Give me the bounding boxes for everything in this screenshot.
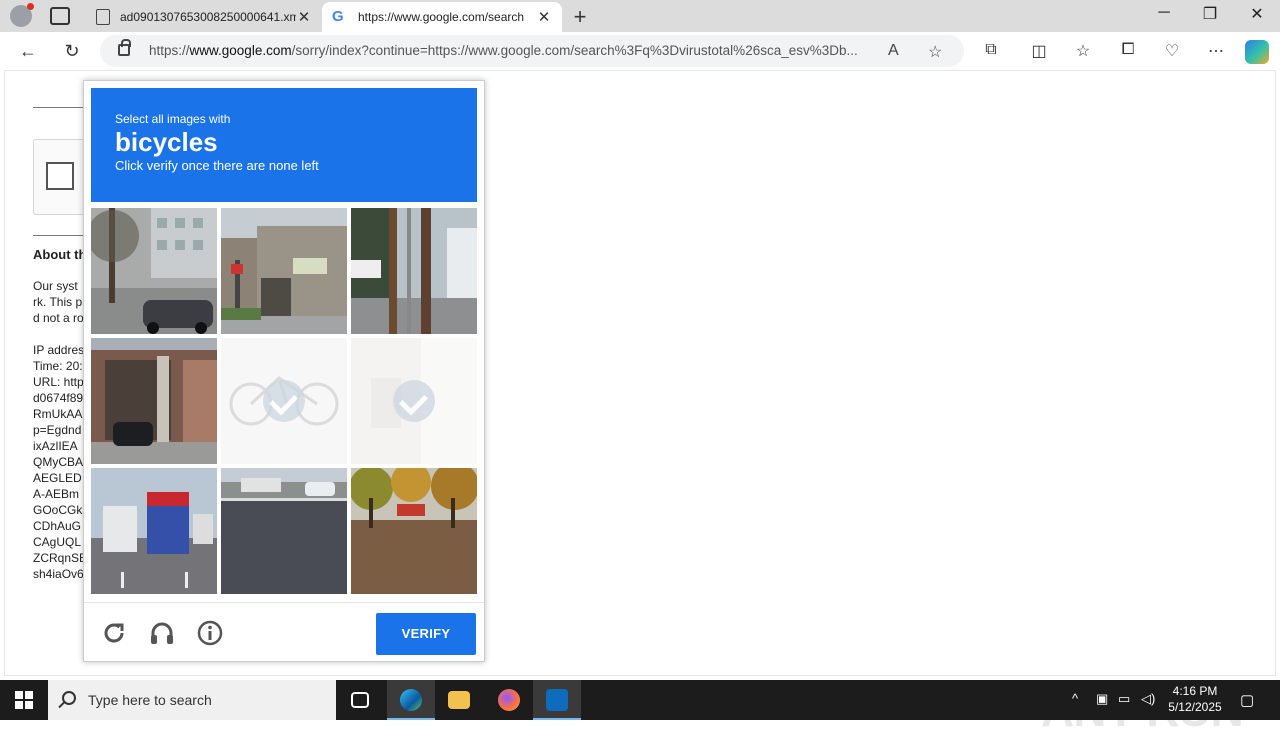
search-placeholder: Type here to search xyxy=(88,692,212,708)
captcha-dialog: Select all images with bicycles Click ve… xyxy=(83,80,485,662)
favorite-star-icon[interactable]: ☆ xyxy=(928,42,942,62)
tile-autumn-park[interactable] xyxy=(351,468,477,594)
tab-title: https://www.google.com/search xyxy=(358,10,525,24)
search-icon xyxy=(62,691,76,705)
new-tab-button[interactable]: + xyxy=(568,4,592,30)
url-prefix: https:// xyxy=(149,43,190,58)
navigation-bar: ← ↻ https://www.google.com/sorry/index?c… xyxy=(0,32,1280,70)
about-heading: About th xyxy=(33,247,87,262)
taskbar-search[interactable]: Type here to search xyxy=(48,680,336,720)
tab-actions-icon[interactable] xyxy=(50,7,70,25)
network-icon[interactable]: ▭ xyxy=(1118,691,1130,707)
taskbar-outlook[interactable] xyxy=(533,680,581,720)
notifications-icon[interactable]: ▢ xyxy=(1240,691,1254,709)
favorites-icon[interactable]: ☆ xyxy=(1072,41,1094,61)
folder-icon xyxy=(448,691,470,709)
document-icon xyxy=(96,9,110,25)
profile-avatar[interactable] xyxy=(10,3,34,27)
url-domain: www.google.com xyxy=(189,43,292,58)
tab-bar: ad0901307653008250000641.xml ✕ G https:/… xyxy=(0,0,1280,32)
captcha-subtitle: Select all images with xyxy=(115,112,231,126)
tile-bicycle-2[interactable] xyxy=(351,338,477,464)
captcha-footer: VERIFY xyxy=(84,602,484,662)
edge-icon xyxy=(400,689,422,711)
captcha-instruction: Click verify once there are none left xyxy=(115,158,319,173)
google-icon: G xyxy=(332,8,344,25)
audio-headphones-icon[interactable] xyxy=(149,620,175,646)
start-button[interactable] xyxy=(0,680,48,720)
taskbar-file-explorer[interactable] xyxy=(435,680,483,720)
info-icon[interactable] xyxy=(197,620,223,646)
request-details: IP addres Time: 20: URL: http d0674f89 R… xyxy=(33,343,88,581)
url-path: /sorry/index?continue=https://www.google… xyxy=(291,43,858,58)
more-menu-icon[interactable]: ⋯ xyxy=(1205,41,1227,61)
close-window-button[interactable]: ✕ xyxy=(1234,4,1280,24)
reload-icon[interactable] xyxy=(101,620,127,646)
outlook-icon xyxy=(546,689,568,711)
windows-logo-icon xyxy=(15,691,33,709)
copilot-icon[interactable] xyxy=(1245,40,1269,64)
tile-street-car-tree[interactable] xyxy=(91,208,217,334)
tile-truck-bus[interactable] xyxy=(91,468,217,594)
refresh-icon[interactable]: ↻ xyxy=(61,40,83,62)
clock-date: 5/12/2025 xyxy=(1168,700,1222,714)
task-view-icon xyxy=(351,692,369,708)
taskbar-edge[interactable] xyxy=(387,680,435,720)
tray-device-icon[interactable]: ▣ xyxy=(1096,691,1108,707)
captcha-header: Select all images with bicycles Click ve… xyxy=(91,88,477,202)
read-aloud-icon[interactable]: A xyxy=(888,42,899,60)
verify-button[interactable]: VERIFY xyxy=(376,613,476,655)
minimize-button[interactable]: ─ xyxy=(1141,4,1187,22)
clock-time: 4:16 PM xyxy=(1172,684,1218,698)
close-tab-icon[interactable]: ✕ xyxy=(536,8,552,26)
captcha-image-grid xyxy=(91,208,477,594)
split-screen-icon[interactable]: ◫ xyxy=(1028,41,1050,61)
tile-bicycle[interactable] xyxy=(221,338,347,464)
selected-check-icon xyxy=(393,380,435,422)
back-arrow-icon[interactable]: ← xyxy=(17,40,39,62)
tile-road-parking[interactable] xyxy=(221,468,347,594)
browser-essentials-icon[interactable]: ♡ xyxy=(1161,41,1183,61)
task-view-button[interactable] xyxy=(336,680,384,720)
firefox-icon xyxy=(498,689,520,711)
tray-chevron-icon[interactable]: ^ xyxy=(1072,691,1078,706)
taskbar-firefox[interactable] xyxy=(485,680,533,720)
system-clock[interactable]: 4:16 PM 5/12/2025 xyxy=(1160,683,1230,715)
tile-building-entrance[interactable] xyxy=(91,338,217,464)
tile-house-traffic-light[interactable] xyxy=(221,208,347,334)
collections-icon[interactable]: ⧠ xyxy=(1117,41,1139,59)
volume-icon[interactable]: ◁) xyxy=(1141,691,1155,707)
close-tab-icon[interactable]: ✕ xyxy=(296,8,312,26)
extensions-icon[interactable]: ⧉ xyxy=(980,41,1002,59)
system-message: Our syst rk. This p d not a ro xyxy=(33,279,84,325)
captcha-object: bicycles xyxy=(115,127,218,157)
restore-button[interactable]: ❐ xyxy=(1187,4,1233,24)
tab-xml-file[interactable]: ad0901307653008250000641.xml ✕ xyxy=(86,2,322,32)
recaptcha-checkbox[interactable] xyxy=(46,162,74,190)
lock-icon[interactable] xyxy=(118,39,131,56)
url-text[interactable]: https://www.google.com/sorry/index?conti… xyxy=(149,43,873,58)
tile-utility-poles[interactable] xyxy=(351,208,477,334)
tab-google-search[interactable]: G https://www.google.com/search ✕ xyxy=(322,2,562,32)
taskbar: Type here to search ^ ▣ ▭ ◁) 4:16 PM 5/1… xyxy=(0,680,1280,720)
tab-title: ad0901307653008250000641.xml xyxy=(120,10,296,24)
selected-check-icon xyxy=(263,380,305,422)
address-bar[interactable]: https://www.google.com/sorry/index?conti… xyxy=(100,35,964,67)
